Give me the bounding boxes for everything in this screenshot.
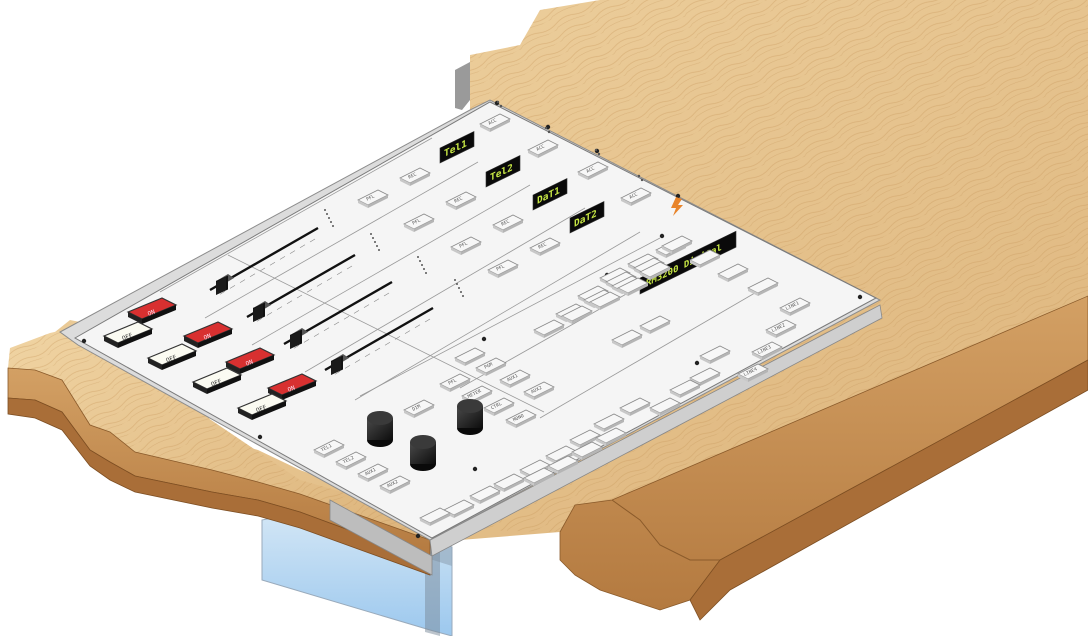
control-room-knob[interactable] <box>367 411 393 447</box>
console-scene: Tel1 ACC REC PFL ON OFF Tel2 ACC REC PFL ON OFF DaT1… <box>0 0 1088 636</box>
headphone-knob[interactable] <box>410 435 436 471</box>
console-illustration: Tel1ACCRECPFLONOFFTel2ACCRECPFLONOFFDaT1… <box>7 0 1088 636</box>
studio-knob[interactable] <box>457 399 483 435</box>
